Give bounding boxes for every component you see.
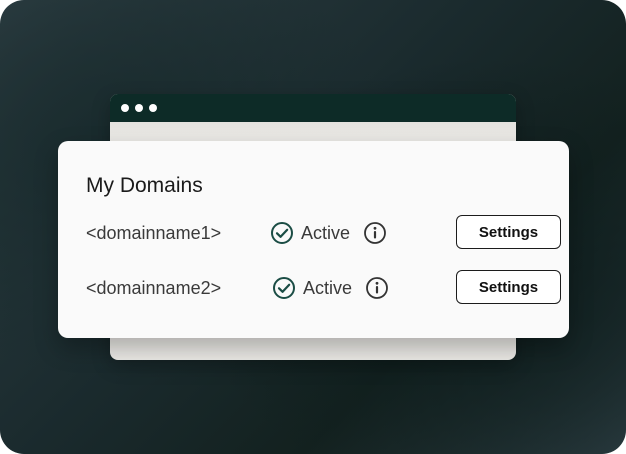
background-canvas: My Domains <domainname1> Active Settings…: [0, 0, 626, 454]
settings-button[interactable]: Settings: [456, 270, 561, 304]
settings-button[interactable]: Settings: [456, 215, 561, 249]
window-dot-icon: [135, 104, 143, 112]
domains-card: My Domains <domainname1> Active Settings…: [58, 141, 569, 338]
card-title: My Domains: [86, 174, 203, 197]
domain-row: <domainname2> Active Settings: [86, 270, 561, 306]
domain-row: <domainname1> Active Settings: [86, 215, 561, 251]
browser-title-bar: [110, 94, 516, 122]
window-dot-icon: [121, 104, 129, 112]
check-circle-icon: [273, 277, 295, 299]
window-dot-icon: [149, 104, 157, 112]
browser-toolbar: [110, 122, 516, 136]
info-icon[interactable]: [363, 221, 387, 245]
check-circle-icon: [271, 222, 293, 244]
domain-name: <domainname1>: [86, 223, 222, 243]
status-text: Active: [303, 278, 353, 298]
domain-name: <domainname2>: [86, 278, 222, 298]
info-icon[interactable]: [365, 276, 389, 300]
status-text: Active: [301, 223, 351, 243]
